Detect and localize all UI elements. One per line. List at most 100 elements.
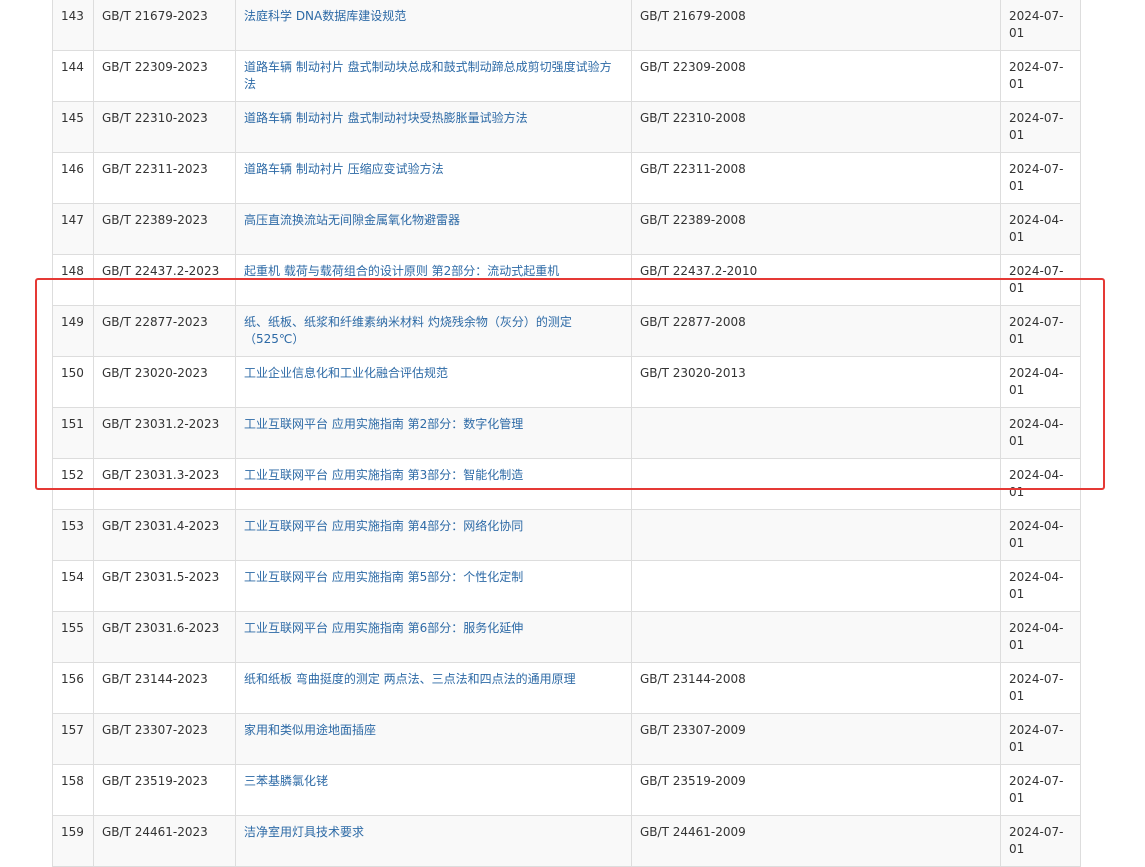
table-row: 151 GB/T 23031.2-2023 工业互联网平台 应用实施指南 第2部分：… xyxy=(52,407,1081,459)
standard-code-cell: GB/T 23031.4-2023 xyxy=(93,509,236,561)
effective-date-cell: 2024-04-01 xyxy=(1000,611,1081,663)
standard-title-cell: 道路车辆 制动衬片 盘式制动块总成和鼓式制动蹄总成剪切强度试验方法 xyxy=(235,50,632,102)
table-row: 148 GB/T 22437.2-2023 起重机 载荷与载荷组合的设计原则 第2部… xyxy=(52,254,1081,306)
table-row: 156 GB/T 23144-2023 纸和纸板 弯曲挺度的测定 两点法、三点法和四… xyxy=(52,662,1081,714)
standards-table: 143 GB/T 21679-2023 法庭科学 DNA数据库建设规范 GB/T 21… xyxy=(52,0,1081,867)
replaced-standard-cell xyxy=(631,560,1001,612)
standards-table-body: 143 GB/T 21679-2023 法庭科学 DNA数据库建设规范 GB/T 21… xyxy=(52,0,1081,867)
standard-code-cell: GB/T 23307-2023 xyxy=(93,713,236,765)
standard-title-cell: 纸、纸板、纸浆和纤维素纳米材料 灼烧残余物（灰分）的测定（525℃） xyxy=(235,305,632,357)
standard-title-link[interactable]: 法庭科学 DNA数据库建设规范 xyxy=(244,9,406,23)
table-row: 144 GB/T 22309-2023 道路车辆 制动衬片 盘式制动块总成和鼓式制动… xyxy=(52,50,1081,102)
effective-date-cell: 2024-07-01 xyxy=(1000,152,1081,204)
standard-title-link[interactable]: 工业互联网平台 应用实施指南 第6部分：服务化延伸 xyxy=(244,621,523,635)
row-number-cell: 150 xyxy=(52,356,94,408)
row-number-cell: 157 xyxy=(52,713,94,765)
standard-code-cell: GB/T 22389-2023 xyxy=(93,203,236,255)
row-number-cell: 152 xyxy=(52,458,94,510)
standard-title-link[interactable]: 起重机 载荷与载荷组合的设计原则 第2部分：流动式起重机 xyxy=(244,264,559,278)
effective-date-cell: 2024-07-01 xyxy=(1000,662,1081,714)
standard-code-cell: GB/T 22310-2023 xyxy=(93,101,236,153)
standard-code-cell: GB/T 23020-2023 xyxy=(93,356,236,408)
replaced-standard-cell: GB/T 22437.2-2010 xyxy=(631,254,1001,306)
row-number-cell: 159 xyxy=(52,815,94,867)
table-row: 157 GB/T 23307-2023 家用和类似用途地面插座 GB/T 23307-… xyxy=(52,713,1081,765)
standard-title-link[interactable]: 三苯基膦氯化铑 xyxy=(244,774,328,788)
standard-title-cell: 工业互联网平台 应用实施指南 第4部分：网络化协同 xyxy=(235,509,632,561)
replaced-standard-cell xyxy=(631,458,1001,510)
standard-title-link[interactable]: 工业互联网平台 应用实施指南 第2部分：数字化管理 xyxy=(244,417,523,431)
standard-title-cell: 洁净室用灯具技术要求 xyxy=(235,815,632,867)
standard-title-cell: 道路车辆 制动衬片 盘式制动衬块受热膨胀量试验方法 xyxy=(235,101,632,153)
table-row: 145 GB/T 22310-2023 道路车辆 制动衬片 盘式制动衬块受热膨胀量试… xyxy=(52,101,1081,153)
row-number-cell: 156 xyxy=(52,662,94,714)
standard-title-link[interactable]: 工业互联网平台 应用实施指南 第4部分：网络化协同 xyxy=(244,519,523,533)
replaced-standard-cell: GB/T 22311-2008 xyxy=(631,152,1001,204)
standard-title-cell: 起重机 载荷与载荷组合的设计原则 第2部分：流动式起重机 xyxy=(235,254,632,306)
table-row: 143 GB/T 21679-2023 法庭科学 DNA数据库建设规范 GB/T 21… xyxy=(52,0,1081,51)
replaced-standard-cell xyxy=(631,407,1001,459)
standard-title-link[interactable]: 洁净室用灯具技术要求 xyxy=(244,825,364,839)
replaced-standard-cell xyxy=(631,509,1001,561)
standard-title-link[interactable]: 道路车辆 制动衬片 盘式制动块总成和鼓式制动蹄总成剪切强度试验方法 xyxy=(244,60,612,91)
standard-title-cell: 三苯基膦氯化铑 xyxy=(235,764,632,816)
standard-title-link[interactable]: 纸、纸板、纸浆和纤维素纳米材料 灼烧残余物（灰分）的测定（525℃） xyxy=(244,315,572,346)
standard-code-cell: GB/T 22437.2-2023 xyxy=(93,254,236,306)
standards-table-container: 143 GB/T 21679-2023 法庭科学 DNA数据库建设规范 GB/T 21… xyxy=(52,0,1081,867)
standard-code-cell: GB/T 24461-2023 xyxy=(93,815,236,867)
effective-date-cell: 2024-07-01 xyxy=(1000,101,1081,153)
standard-code-cell: GB/T 22311-2023 xyxy=(93,152,236,204)
table-row: 150 GB/T 23020-2023 工业企业信息化和工业化融合评估规范 GB/T … xyxy=(52,356,1081,408)
replaced-standard-cell: GB/T 22310-2008 xyxy=(631,101,1001,153)
effective-date-cell: 2024-04-01 xyxy=(1000,356,1081,408)
effective-date-cell: 2024-07-01 xyxy=(1000,764,1081,816)
standard-title-cell: 道路车辆 制动衬片 压缩应变试验方法 xyxy=(235,152,632,204)
standard-title-link[interactable]: 工业互联网平台 应用实施指南 第3部分：智能化制造 xyxy=(244,468,523,482)
table-row: 146 GB/T 22311-2023 道路车辆 制动衬片 压缩应变试验方法 GB/T… xyxy=(52,152,1081,204)
replaced-standard-cell: GB/T 23144-2008 xyxy=(631,662,1001,714)
table-row: 152 GB/T 23031.3-2023 工业互联网平台 应用实施指南 第3部分：… xyxy=(52,458,1081,510)
table-row: 158 GB/T 23519-2023 三苯基膦氯化铑 GB/T 23519-2009… xyxy=(52,764,1081,816)
effective-date-cell: 2024-07-01 xyxy=(1000,0,1081,51)
standard-title-cell: 高压直流换流站无间隙金属氧化物避雷器 xyxy=(235,203,632,255)
table-row: 159 GB/T 24461-2023 洁净室用灯具技术要求 GB/T 24461-2… xyxy=(52,815,1081,867)
standard-title-link[interactable]: 高压直流换流站无间隙金属氧化物避雷器 xyxy=(244,213,460,227)
standard-title-cell: 家用和类似用途地面插座 xyxy=(235,713,632,765)
row-number-cell: 151 xyxy=(52,407,94,459)
standard-title-link[interactable]: 工业互联网平台 应用实施指南 第5部分：个性化定制 xyxy=(244,570,523,584)
standard-code-cell: GB/T 23031.2-2023 xyxy=(93,407,236,459)
row-number-cell: 143 xyxy=(52,0,94,51)
replaced-standard-cell: GB/T 21679-2008 xyxy=(631,0,1001,51)
standard-title-link[interactable]: 工业企业信息化和工业化融合评估规范 xyxy=(244,366,448,380)
row-number-cell: 147 xyxy=(52,203,94,255)
row-number-cell: 153 xyxy=(52,509,94,561)
replaced-standard-cell: GB/T 23519-2009 xyxy=(631,764,1001,816)
standard-code-cell: GB/T 23031.6-2023 xyxy=(93,611,236,663)
row-number-cell: 155 xyxy=(52,611,94,663)
table-row: 149 GB/T 22877-2023 纸、纸板、纸浆和纤维素纳米材料 灼烧残余物（… xyxy=(52,305,1081,357)
effective-date-cell: 2024-04-01 xyxy=(1000,560,1081,612)
effective-date-cell: 2024-04-01 xyxy=(1000,203,1081,255)
replaced-standard-cell: GB/T 22389-2008 xyxy=(631,203,1001,255)
replaced-standard-cell: GB/T 23307-2009 xyxy=(631,713,1001,765)
row-number-cell: 144 xyxy=(52,50,94,102)
standard-title-cell: 工业互联网平台 应用实施指南 第2部分：数字化管理 xyxy=(235,407,632,459)
standard-title-link[interactable]: 纸和纸板 弯曲挺度的测定 两点法、三点法和四点法的通用原理 xyxy=(244,672,576,686)
row-number-cell: 149 xyxy=(52,305,94,357)
standard-title-link[interactable]: 道路车辆 制动衬片 压缩应变试验方法 xyxy=(244,162,444,176)
standard-title-cell: 纸和纸板 弯曲挺度的测定 两点法、三点法和四点法的通用原理 xyxy=(235,662,632,714)
standard-title-link[interactable]: 道路车辆 制动衬片 盘式制动衬块受热膨胀量试验方法 xyxy=(244,111,528,125)
effective-date-cell: 2024-07-01 xyxy=(1000,254,1081,306)
replaced-standard-cell: GB/T 22309-2008 xyxy=(631,50,1001,102)
effective-date-cell: 2024-07-01 xyxy=(1000,305,1081,357)
standard-title-link[interactable]: 家用和类似用途地面插座 xyxy=(244,723,376,737)
standard-title-cell: 工业企业信息化和工业化融合评估规范 xyxy=(235,356,632,408)
row-number-cell: 154 xyxy=(52,560,94,612)
standard-code-cell: GB/T 22309-2023 xyxy=(93,50,236,102)
row-number-cell: 145 xyxy=(52,101,94,153)
standard-code-cell: GB/T 23031.5-2023 xyxy=(93,560,236,612)
standard-title-cell: 工业互联网平台 应用实施指南 第5部分：个性化定制 xyxy=(235,560,632,612)
effective-date-cell: 2024-07-01 xyxy=(1000,50,1081,102)
replaced-standard-cell: GB/T 24461-2009 xyxy=(631,815,1001,867)
standard-code-cell: GB/T 23519-2023 xyxy=(93,764,236,816)
